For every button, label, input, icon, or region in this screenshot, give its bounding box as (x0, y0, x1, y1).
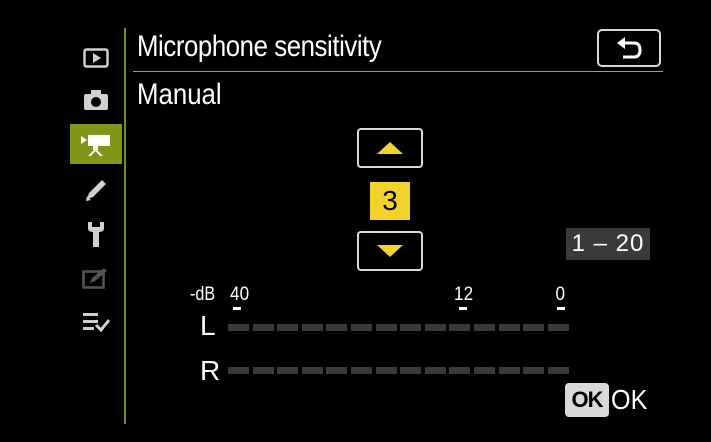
meter-right-segment (499, 367, 520, 374)
meter-right-segment (474, 367, 495, 374)
channel-label-right: R (200, 355, 221, 386)
title-divider (133, 71, 663, 72)
meter-right-segment (449, 367, 470, 374)
meter-right-segment (376, 367, 397, 374)
ok-button[interactable]: OK OK (565, 383, 651, 417)
return-icon (617, 37, 642, 59)
triangle-down-icon (377, 245, 403, 257)
page-title: Microphone sensitivity (137, 30, 382, 63)
sidebar-item-setup[interactable] (70, 214, 122, 254)
meter-right-segment (277, 367, 298, 374)
sidebar-item-my-menu[interactable] (70, 302, 122, 342)
sidebar-item-retouch[interactable] (70, 258, 122, 298)
meter-left-segment (400, 324, 421, 331)
increase-button[interactable] (357, 128, 423, 168)
wrench-icon (88, 222, 104, 247)
sidebar-item-photo-shooting[interactable] (70, 80, 122, 120)
meter-left-segment (449, 324, 470, 331)
decrease-button[interactable] (357, 231, 423, 271)
value-range: 1 – 20 (566, 228, 650, 260)
meter-left-segment (228, 324, 249, 331)
playback-icon (83, 48, 109, 68)
scale-label-0: 0 (555, 284, 566, 305)
channel-label-left: L (200, 310, 216, 341)
sensitivity-value: 3 (370, 182, 410, 220)
meter-right-segment (425, 367, 446, 374)
ok-label: OK (611, 384, 648, 415)
meter-right-segment (302, 367, 323, 374)
meter-left-segment (425, 324, 446, 331)
meter-left-segment (302, 324, 323, 331)
mode-label: Manual (137, 78, 222, 111)
meter-right-segment (400, 367, 421, 374)
meter-left-segment (499, 324, 520, 331)
scale-tick-12 (459, 307, 467, 310)
sidebar-item-movie-shooting[interactable] (70, 124, 122, 164)
db-unit-label: -dB (190, 284, 216, 305)
meter-left-segment (523, 324, 544, 331)
meter-left-segment (376, 324, 397, 331)
scale-tick-40 (233, 307, 241, 310)
retouch-icon (82, 268, 107, 289)
triangle-up-icon (377, 142, 403, 154)
back-button[interactable] (597, 29, 661, 67)
scale-label-40: 40 (230, 284, 250, 305)
meter-right-segment (351, 367, 372, 374)
camera-icon (84, 90, 108, 110)
meter-left-segment (351, 324, 372, 331)
my-menu-icon (83, 313, 110, 333)
scale-label-12: 12 (454, 284, 474, 305)
pencil-icon (86, 180, 106, 201)
meter-left-segment (326, 324, 347, 331)
ok-badge-icon: OK (565, 383, 609, 417)
menu-screen: Microphone sensitivity Manual 3 1 – 20 -… (0, 0, 711, 442)
meter-left-segment (548, 324, 569, 331)
meter-right-segment (523, 367, 544, 374)
meter-right-segment (326, 367, 347, 374)
meter-left-segment (474, 324, 495, 331)
scale-tick-0 (557, 307, 565, 310)
sidebar-item-custom-settings[interactable] (70, 170, 122, 210)
meter-right-segment (228, 367, 249, 374)
meter-right-segment (253, 367, 274, 374)
meter-left-segment (253, 324, 274, 331)
movie-camera-icon (81, 135, 110, 156)
sidebar-item-playback[interactable] (70, 38, 122, 78)
meter-right-segment (548, 367, 569, 374)
meter-left-segment (277, 324, 298, 331)
menu-sidebar (70, 28, 126, 424)
